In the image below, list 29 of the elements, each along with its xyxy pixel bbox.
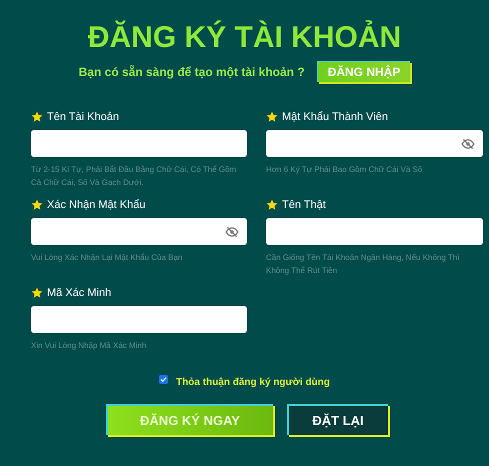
star-icon <box>266 111 278 123</box>
star-icon <box>31 111 43 123</box>
register-button[interactable]: ĐĂNG KÝ NGAY <box>106 404 272 435</box>
subtitle: Bạn có sẵn sàng để tạo một tài khoản ? <box>78 64 305 80</box>
input-field[interactable] <box>31 306 247 333</box>
hidden-eye-icon[interactable] <box>225 226 239 238</box>
input-field[interactable] <box>266 218 483 245</box>
field-hint: Vui Lòng Xác Nhận Lại Mật Khẩu Của Bạn <box>31 252 184 264</box>
hidden-eye-icon[interactable] <box>461 138 475 150</box>
input-field[interactable] <box>31 130 247 157</box>
field-label: Mật Khẩu Thành Viên <box>282 110 388 125</box>
field-label: Mã Xác Minh <box>47 286 112 301</box>
field-label: Xác Nhận Mật Khẩu <box>47 198 146 213</box>
field-hint: Cần Giống Tên Tài Khoản Ngân Hàng, Nếu Không Thì Không Thể Rút Tiền <box>266 252 460 277</box>
agreement-checkbox[interactable] <box>159 375 168 384</box>
reset-button[interactable]: ĐẶT LẠI <box>286 404 388 435</box>
field-hint: Từ 2-15 Kí Tự, Phải Bắt Đầu Bằng Chữ Cái, Có Thể Gồm Cả Chữ Cái, Số Và Gạch Dưới. <box>31 164 238 189</box>
field-hint: Xin Vui Lòng Nhập Mã Xác Minh <box>31 340 148 352</box>
input-field[interactable] <box>31 218 247 245</box>
field-hint: Hơn 6 Ký Tự Phải Bao Gồm Chữ Cái Và Số <box>266 164 424 176</box>
agreement-label: Thỏa thuận đăng ký người dùng <box>176 376 330 390</box>
star-icon <box>31 199 43 211</box>
page-title: ĐĂNG KÝ TÀI KHOẢN <box>88 20 402 56</box>
star-icon <box>266 199 278 211</box>
field-label: Tên Tài Khoản <box>47 110 119 125</box>
star-icon <box>31 287 43 299</box>
field-label: Tên Thật <box>282 198 326 213</box>
login-button[interactable]: ĐĂNG NHẬP <box>316 61 410 82</box>
input-field[interactable] <box>266 130 483 157</box>
